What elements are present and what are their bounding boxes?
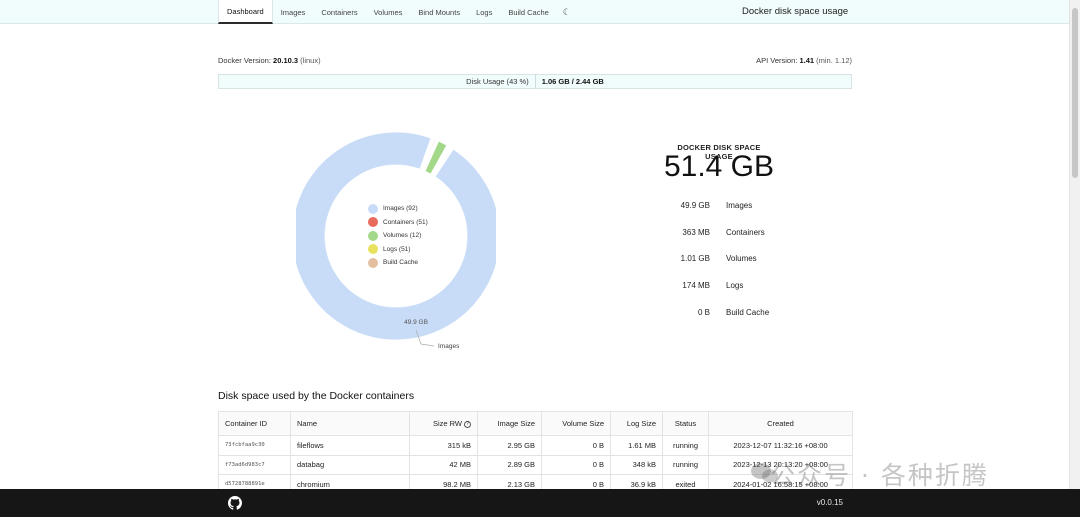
summary-total: 51.4 GB xyxy=(663,150,775,183)
disk-usage-divider xyxy=(534,74,536,89)
legend-label-images: Images (92) xyxy=(383,205,418,213)
summary-row-volumes: 1.01 GB Volumes xyxy=(640,254,840,266)
col-header-image-size[interactable]: Image Size xyxy=(477,411,542,436)
legend-dot-images xyxy=(368,203,378,214)
app-version: v0.0.15 xyxy=(816,498,843,507)
cell-volume-size: 0 B xyxy=(541,435,611,456)
cell-log-size: 1.61 MB xyxy=(610,435,663,456)
donut-slice-value-label: 49.9 GB xyxy=(404,319,428,326)
scrollbar-thumb[interactable] xyxy=(1072,8,1078,178)
legend-dot-volumes xyxy=(368,230,378,241)
summary-value: 363 MB xyxy=(682,228,710,237)
summary-value: 1.01 GB xyxy=(680,254,710,263)
watermark-text: 公众号 · 各种折腾 xyxy=(770,461,989,490)
cell-status: running xyxy=(662,454,709,475)
moon-icon[interactable]: ☾ xyxy=(557,0,577,24)
cell-status: running xyxy=(662,435,709,456)
docker-version-label: Docker Version: xyxy=(218,56,271,65)
summary-label: Images xyxy=(726,201,753,210)
legend-dot-containers xyxy=(368,217,378,228)
cell-image-size: 2.95 GB xyxy=(477,435,542,456)
cell-volume-size: 0 B xyxy=(541,454,611,475)
col-header-size-rw[interactable]: Size RW? xyxy=(409,411,478,436)
col-header-created[interactable]: Created xyxy=(708,411,853,436)
containers-section-title: Disk space used by the Docker containers xyxy=(218,390,415,402)
tab-containers[interactable]: Containers xyxy=(313,0,365,24)
cell-created: 2023-12-07 11:32:16 +08:00 xyxy=(708,435,853,456)
cell-image-size: 2.89 GB xyxy=(477,454,542,475)
docker-version-value: 20.10.3 xyxy=(273,56,299,65)
tab-logs[interactable]: Logs xyxy=(468,0,500,24)
cell-size-rw: 315 kB xyxy=(409,435,478,456)
legend-item-logs[interactable]: Logs (51) xyxy=(368,243,428,257)
legend-item-containers[interactable]: Containers (51) xyxy=(368,216,428,230)
legend-label-containers: Containers (51) xyxy=(383,218,428,226)
top-navbar: Dashboard Images Containers Volumes Bind… xyxy=(0,0,1069,24)
summary-row-logs: 174 MB Logs xyxy=(640,281,840,293)
cell-name: fileflows xyxy=(290,435,410,456)
api-version-label: API Version: xyxy=(756,56,798,65)
legend-dot-build-cache xyxy=(368,257,378,268)
table-header-row: Container ID Name Size RW? Image Size Vo… xyxy=(218,411,853,436)
summary-label: Logs xyxy=(726,281,744,290)
chart-legend: Images (92) Containers (51) Volumes (12)… xyxy=(368,202,428,270)
summary-value: 49.9 GB xyxy=(680,201,710,210)
summary-value: 174 MB xyxy=(682,281,710,290)
nav-tabs: Dashboard Images Containers Volumes Bind… xyxy=(218,0,577,24)
docker-version: Docker Version: 20.10.3 (linux) xyxy=(218,56,321,65)
vertical-scrollbar[interactable] xyxy=(1069,0,1080,489)
api-version-value: 1.41 xyxy=(799,56,815,65)
tab-dashboard[interactable]: Dashboard xyxy=(218,0,273,24)
summary-row-build-cache: 0 B Build Cache xyxy=(640,308,840,320)
summary-row-containers: 363 MB Containers xyxy=(640,228,840,240)
cell-size-rw: 42 MB xyxy=(409,454,478,475)
col-header-volume-size[interactable]: Volume Size xyxy=(541,411,611,436)
github-icon[interactable] xyxy=(228,496,242,510)
legend-item-build-cache[interactable]: Build Cache xyxy=(368,256,428,270)
footer: v0.0.15 xyxy=(0,489,1080,517)
cell-container-id: 73fcbfaa9c30 xyxy=(218,435,291,456)
help-icon[interactable]: ? xyxy=(464,420,471,428)
donut-callout-label: Images xyxy=(438,343,460,350)
disk-usage-value: 1.06 GB / 2.44 GB xyxy=(541,77,604,86)
api-version: API Version: 1.41 (min. 1.12) xyxy=(756,56,852,65)
tab-build-cache[interactable]: Build Cache xyxy=(500,0,556,24)
summary-label: Containers xyxy=(726,228,765,237)
col-header-log-size[interactable]: Log Size xyxy=(610,411,663,436)
legend-label-build-cache: Build Cache xyxy=(383,259,419,267)
table-row[interactable]: 73fcbfaa9c30 fileflows 315 kB 2.95 GB 0 … xyxy=(218,435,853,456)
summary-value: 0 B xyxy=(697,308,710,317)
legend-item-images[interactable]: Images (92) xyxy=(368,202,428,216)
summary-label: Volumes xyxy=(726,254,757,263)
col-header-container-id[interactable]: Container ID xyxy=(218,411,291,436)
legend-label-logs: Logs (51) xyxy=(383,245,411,253)
legend-dot-logs xyxy=(368,244,378,255)
tab-volumes[interactable]: Volumes xyxy=(366,0,411,24)
docker-os: (linux) xyxy=(300,56,321,65)
cell-name: databag xyxy=(290,454,410,475)
summary-label: Build Cache xyxy=(726,308,770,317)
summary-row-images: 49.9 GB Images xyxy=(640,201,840,213)
app-title: Docker disk space usage xyxy=(742,6,849,17)
col-header-status[interactable]: Status xyxy=(662,411,709,436)
tab-bind-mounts[interactable]: Bind Mounts xyxy=(410,0,468,24)
disk-usage-label: Disk Usage (43 %) xyxy=(466,77,529,86)
cell-container-id: f73ad6d983c7 xyxy=(218,454,291,475)
legend-label-volumes: Volumes (12) xyxy=(383,232,422,240)
disk-usage-bar: Disk Usage (43 %) 1.06 GB / 2.44 GB xyxy=(218,74,852,89)
api-version-min: (min. 1.12) xyxy=(816,56,852,65)
col-header-name[interactable]: Name xyxy=(290,411,410,436)
legend-item-volumes[interactable]: Volumes (12) xyxy=(368,229,428,243)
tab-images[interactable]: Images xyxy=(273,0,314,24)
cell-log-size: 348 kB xyxy=(610,454,663,475)
size-rw-label: Size RW xyxy=(432,419,462,428)
